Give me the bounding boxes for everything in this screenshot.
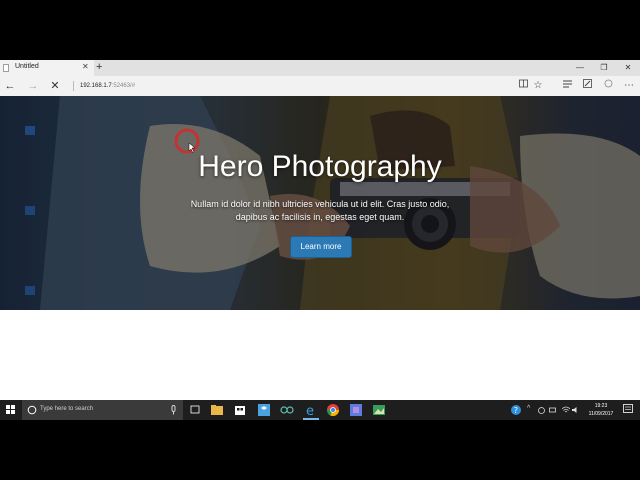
browser-tab[interactable]: Untitled ✕ (0, 60, 94, 76)
url-host-text: 192.168.1.7 (80, 83, 112, 89)
address-bar: ← → ✕ 192.168.1.7:52463/# ☆ ⋯ (0, 76, 640, 97)
people-icon[interactable] (276, 400, 298, 420)
file-explorer-icon[interactable] (206, 400, 228, 420)
stop-button[interactable]: ✕ (48, 79, 62, 93)
forward-button[interactable]: → (26, 79, 40, 93)
restore-button[interactable]: ❐ (592, 60, 616, 76)
app-icon[interactable] (345, 400, 367, 420)
search-placeholder: Type here to search (40, 406, 94, 412)
tab-close-icon[interactable]: ✕ (82, 62, 89, 71)
volume-icon[interactable] (572, 406, 580, 414)
taskbar-clock[interactable]: 19:23 11/09/2017 (584, 402, 618, 418)
clock-time: 19:23 (594, 403, 608, 409)
store-icon[interactable] (229, 400, 251, 420)
close-window-button[interactable]: ✕ (616, 60, 640, 76)
task-view-icon[interactable] (184, 400, 206, 420)
chrome-icon[interactable] (322, 400, 344, 420)
browser-tab-strip: Untitled ✕ + — ❐ ✕ (0, 60, 640, 76)
battery-icon[interactable] (549, 406, 557, 414)
clock-date: 11/09/2017 (588, 411, 614, 417)
microphone-icon[interactable] (170, 405, 177, 415)
start-button[interactable] (0, 400, 22, 420)
minimize-button[interactable]: — (568, 60, 592, 76)
pen-icon (582, 79, 592, 88)
edge-browser-icon[interactable]: e (300, 400, 322, 420)
more-menu-icon[interactable]: ⋯ (622, 79, 636, 93)
dropbox-icon[interactable] (253, 400, 275, 420)
hero-description: Nullam id dolor id nibh ultricies vehicu… (190, 199, 450, 222)
help-icon[interactable]: ? (510, 404, 522, 416)
lines-icon (562, 80, 572, 88)
taskbar: Type here to search e ? ^ 19:23 11/09/20… (0, 400, 640, 420)
hero-title: Hero Photography (198, 150, 442, 183)
window-controls: — ❐ ✕ (568, 60, 640, 76)
hero-section: Hero Photography Nullam id dolor id nibh… (0, 96, 640, 310)
reading-view-icon[interactable] (516, 79, 530, 93)
web-note-icon[interactable] (580, 79, 594, 93)
hub-icon[interactable] (560, 79, 574, 93)
book-icon (518, 79, 528, 88)
url-field[interactable]: 192.168.1.7:52463/# (72, 79, 502, 93)
tab-title: Untitled (15, 63, 39, 70)
share-glyph-icon (604, 79, 612, 88)
search-icon (27, 405, 37, 415)
share-icon[interactable] (601, 79, 615, 93)
taskbar-search-box[interactable]: Type here to search (22, 400, 183, 420)
page-icon (3, 64, 9, 72)
screen: Untitled ✕ + — ❐ ✕ ← → ✕ 192.168.1.7:524… (0, 60, 640, 420)
action-center-icon[interactable] (623, 404, 633, 415)
url-path: :52463/# (111, 83, 136, 89)
windows-logo-icon (6, 405, 15, 414)
url-host: 192.168.1.7:52463/# (80, 83, 135, 89)
wifi-icon[interactable] (562, 406, 570, 414)
photos-icon[interactable] (368, 400, 390, 420)
learn-more-button[interactable]: Learn more (290, 236, 352, 258)
svg-text:?: ? (514, 406, 518, 415)
cloud-sync-icon[interactable] (538, 406, 545, 415)
back-button[interactable]: ← (3, 79, 17, 93)
favorite-star-icon[interactable]: ☆ (531, 79, 545, 93)
new-tab-button[interactable]: + (96, 60, 102, 75)
tray-chevron-icon[interactable]: ^ (527, 405, 530, 412)
svg-text:e: e (306, 404, 314, 419)
